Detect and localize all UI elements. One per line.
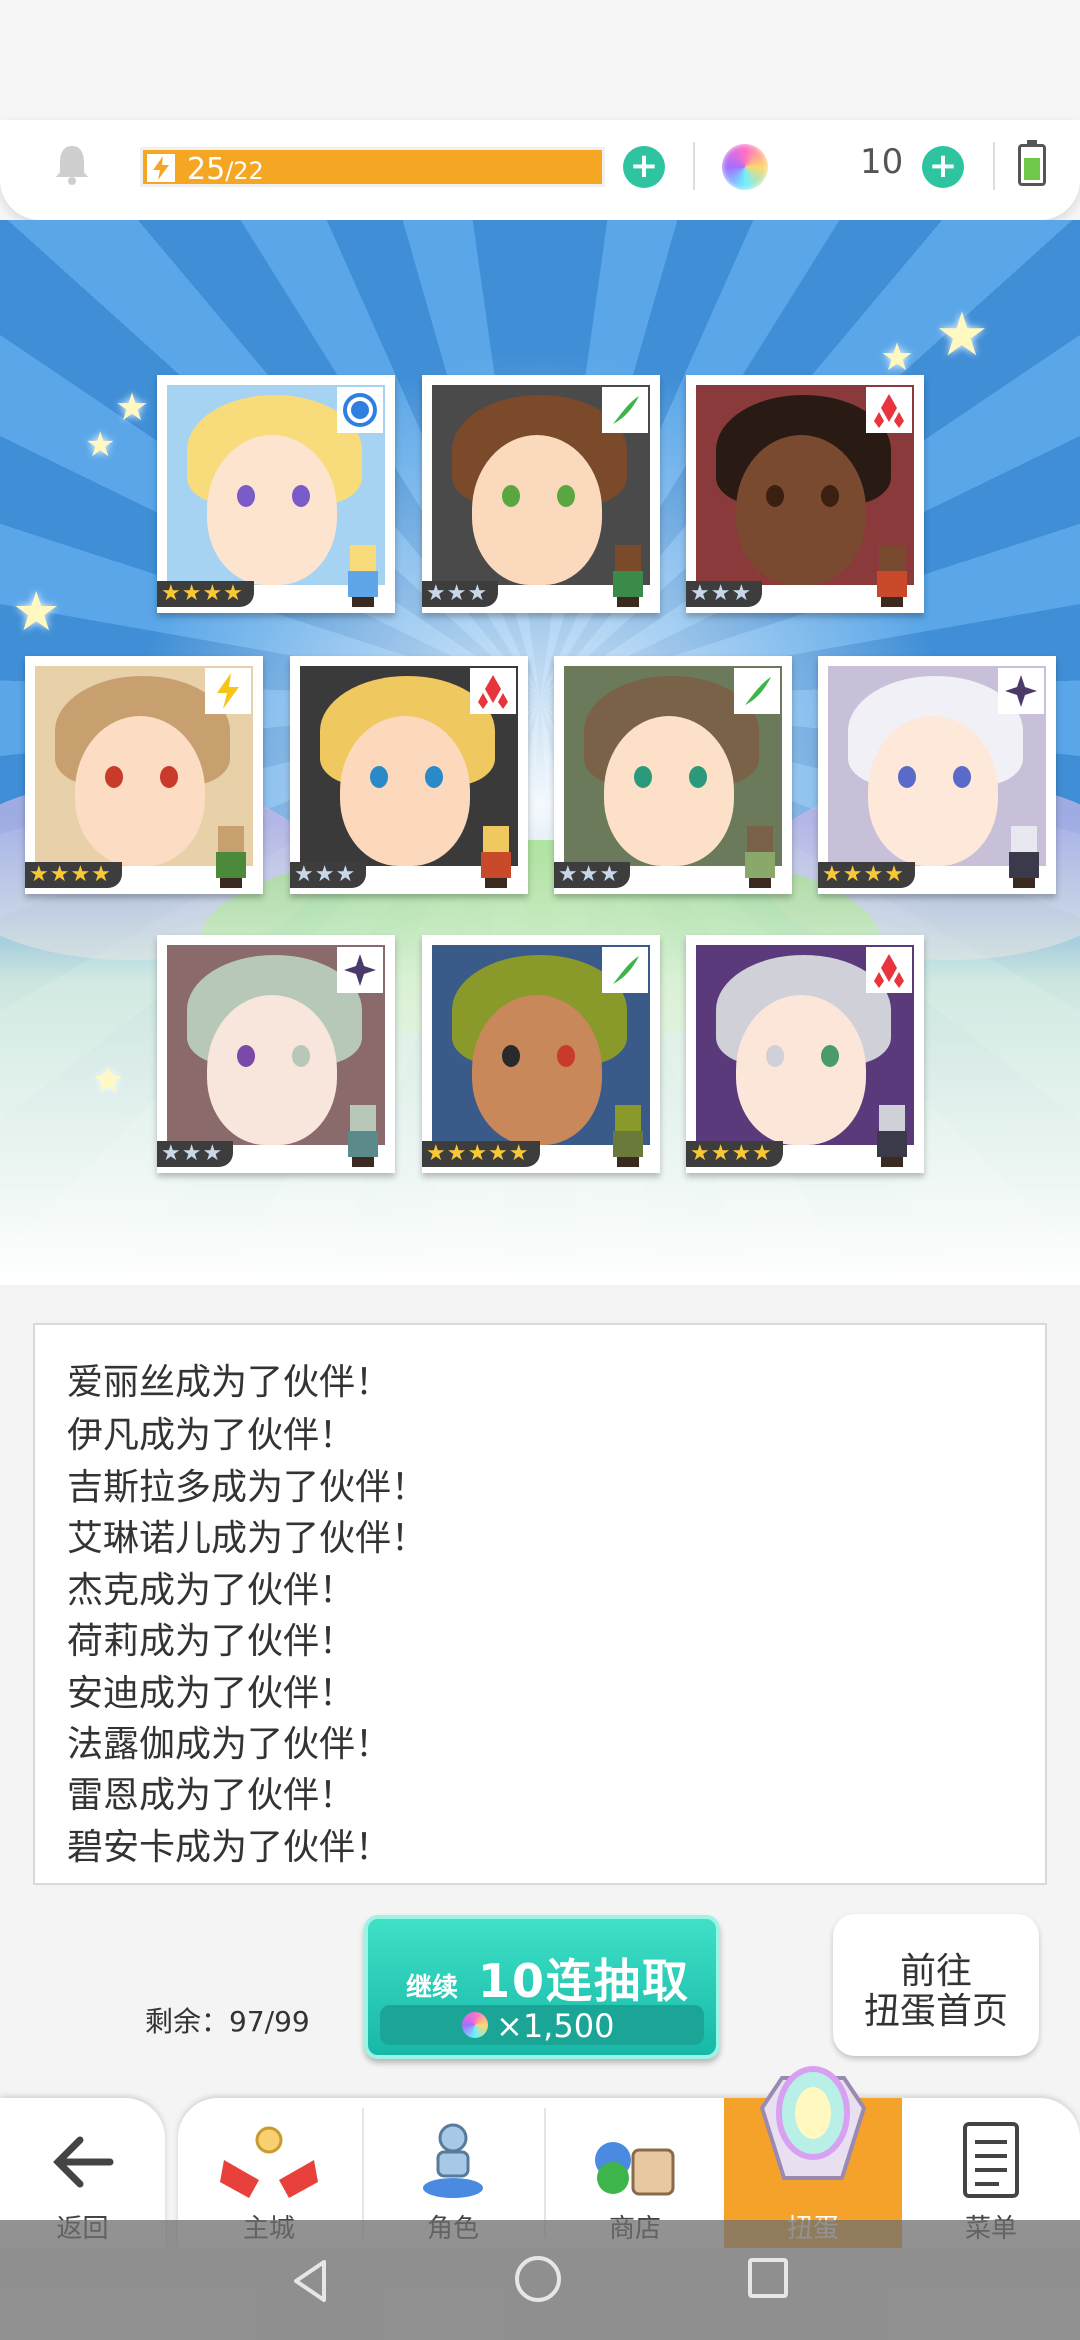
add-stamina-button[interactable]: +: [623, 146, 665, 188]
hero-sprite: [607, 1105, 649, 1167]
rainbow-gem-icon: [462, 2012, 488, 2038]
hero-sprite: [342, 1105, 384, 1167]
hero-card[interactable]: ★★★: [290, 656, 528, 894]
result-message: 艾琳诺儿成为了伙伴！: [67, 1518, 428, 1559]
hero-card[interactable]: ★★★★★: [422, 935, 660, 1173]
divider: [693, 142, 695, 190]
hero-card[interactable]: ★★★: [422, 375, 660, 613]
dark-element-icon: [337, 947, 383, 993]
sparkle-star-icon: ★: [92, 1060, 125, 1101]
wind-element-icon: [734, 668, 780, 714]
rarity-stars: ★★★★: [157, 581, 254, 607]
hero-sprite: [210, 826, 252, 888]
fire-element-icon: [470, 668, 516, 714]
rarity-stars: ★★★: [422, 581, 499, 607]
rarity-stars: ★★★★: [686, 1141, 783, 1167]
hero-card[interactable]: ★★★: [554, 656, 792, 894]
result-message: 杰克成为了伙伴！: [67, 1570, 356, 1611]
menu-list-icon: [963, 2122, 1019, 2198]
dark-element-icon: [998, 668, 1044, 714]
rarity-stars: ★★★: [157, 1141, 234, 1167]
goto-gacha-home-button[interactable]: 前往 扭蛋首页: [833, 1914, 1039, 2056]
system-nav-bar: [0, 2220, 1080, 2340]
result-message: 雷恩成为了伙伴！: [67, 1775, 356, 1816]
hero-sprite: [342, 545, 384, 607]
thunder-element-icon: [205, 668, 251, 714]
gacha-crystal-icon: [759, 2066, 867, 2180]
shop-bag-icon: [595, 2142, 675, 2196]
hero-sprite: [739, 826, 781, 888]
lightning-icon: [147, 154, 175, 182]
hero-card[interactable]: ★★★★: [25, 656, 263, 894]
nav-home-icon[interactable]: [515, 2256, 561, 2302]
continue-label: 继续: [406, 1973, 459, 2003]
water-element-icon: [337, 387, 383, 433]
result-message: 伊凡成为了伙伴！: [67, 1415, 356, 1456]
rarity-stars: ★★★★: [818, 862, 915, 888]
battery-icon: [1018, 140, 1046, 186]
rarity-stars: ★★★: [290, 862, 367, 888]
sparkle-star-icon: ★: [12, 580, 61, 643]
hero-card[interactable]: ★★★★: [818, 656, 1056, 894]
hero-card[interactable]: ★★★★: [157, 375, 395, 613]
rainbow-gem-icon: [722, 144, 768, 190]
nav-back-icon[interactable]: [290, 2258, 330, 2304]
sparkle-star-icon: ★: [880, 335, 915, 379]
fire-element-icon: [866, 947, 912, 993]
wind-element-icon: [602, 947, 648, 993]
bell-icon[interactable]: [52, 142, 92, 186]
hero-sprite: [1003, 826, 1045, 888]
sparkle-star-icon: ★: [115, 385, 150, 429]
divider: [993, 142, 995, 190]
main-city-icon: [220, 2126, 318, 2198]
stamina-value: 25/22: [187, 152, 264, 187]
hero-sprite: [607, 545, 649, 607]
nav-recent-icon[interactable]: [748, 2258, 788, 2298]
back-arrow-icon: [53, 2136, 114, 2188]
rarity-stars: ★★★★★: [422, 1141, 540, 1167]
remaining-count: 剩余：97/99: [145, 2005, 310, 2038]
rarity-stars: ★★★★: [25, 862, 122, 888]
result-message: 荷莉成为了伙伴！: [67, 1621, 356, 1662]
hero-card[interactable]: ★★★: [157, 935, 395, 1173]
result-message-box: 爱丽丝成为了伙伴！ 伊凡成为了伙伴！ 吉斯拉多成为了伙伴！ 艾琳诺儿成为了伙伴！…: [33, 1323, 1047, 1885]
ten-pull-button[interactable]: 继续 10连抽取 ×1,500: [364, 1915, 720, 2059]
stamina-bar: 25/22: [140, 147, 605, 187]
hero-sprite: [871, 545, 913, 607]
sparkle-star-icon: ★: [935, 300, 989, 370]
character-icon: [423, 2123, 483, 2198]
gem-count: 10: [860, 142, 904, 182]
rarity-stars: ★★★: [686, 581, 763, 607]
hero-card[interactable]: ★★★★: [686, 935, 924, 1173]
result-message: 法露伽成为了伙伴！: [67, 1724, 392, 1765]
result-message: 安迪成为了伙伴！: [67, 1673, 356, 1714]
sparkle-star-icon: ★: [85, 425, 116, 465]
hero-sprite: [871, 1105, 913, 1167]
fire-element-icon: [866, 387, 912, 433]
add-gem-button[interactable]: +: [922, 146, 964, 188]
resource-bar: 25/22 + 10 +: [0, 120, 1080, 220]
hero-card[interactable]: ★★★: [686, 375, 924, 613]
result-message: 吉斯拉多成为了伙伴！: [67, 1467, 428, 1508]
wind-element-icon: [602, 387, 648, 433]
hero-sprite: [475, 826, 517, 888]
result-message: 爱丽丝成为了伙伴！: [67, 1362, 392, 1403]
result-message: 碧安卡成为了伙伴！: [67, 1827, 392, 1868]
rarity-stars: ★★★: [554, 862, 631, 888]
pull-cost: ×1,500: [496, 2007, 615, 2045]
pull-label: 10连抽取: [478, 1954, 691, 2008]
